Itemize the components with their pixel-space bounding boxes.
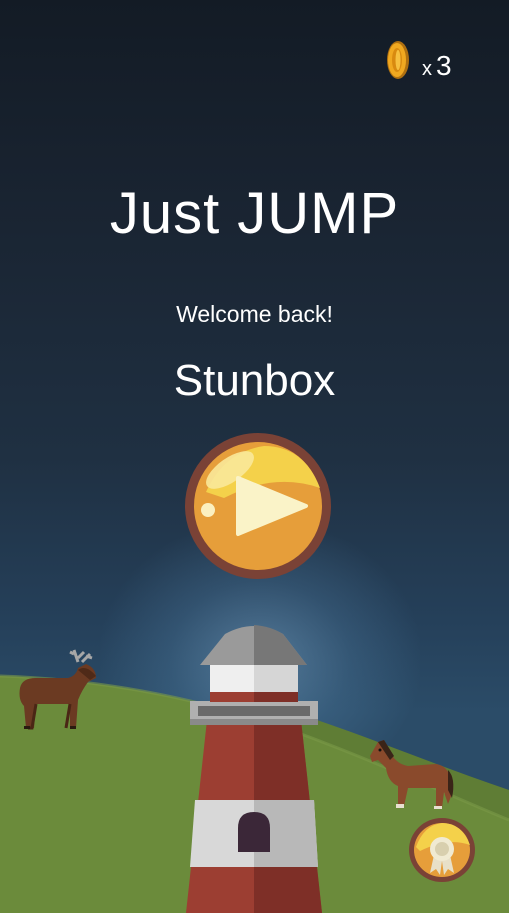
play-icon	[185, 433, 331, 579]
horse	[370, 740, 454, 809]
coin-multiplier: x	[422, 58, 432, 80]
coin-amount: 3	[436, 50, 452, 81]
player-name: Stunbox	[173, 356, 336, 405]
game-title: Just JUMP	[109, 181, 400, 246]
coin-counter: x3	[386, 40, 476, 82]
welcome-message: Welcome back!	[176, 301, 333, 327]
coin-icon	[387, 41, 409, 79]
play-button[interactable]	[184, 432, 332, 580]
coin-count: x3	[422, 50, 452, 82]
achievements-button[interactable]	[408, 817, 476, 883]
deer	[19, 649, 96, 730]
award-ribbon-icon	[409, 818, 475, 882]
lighthouse	[186, 625, 322, 913]
